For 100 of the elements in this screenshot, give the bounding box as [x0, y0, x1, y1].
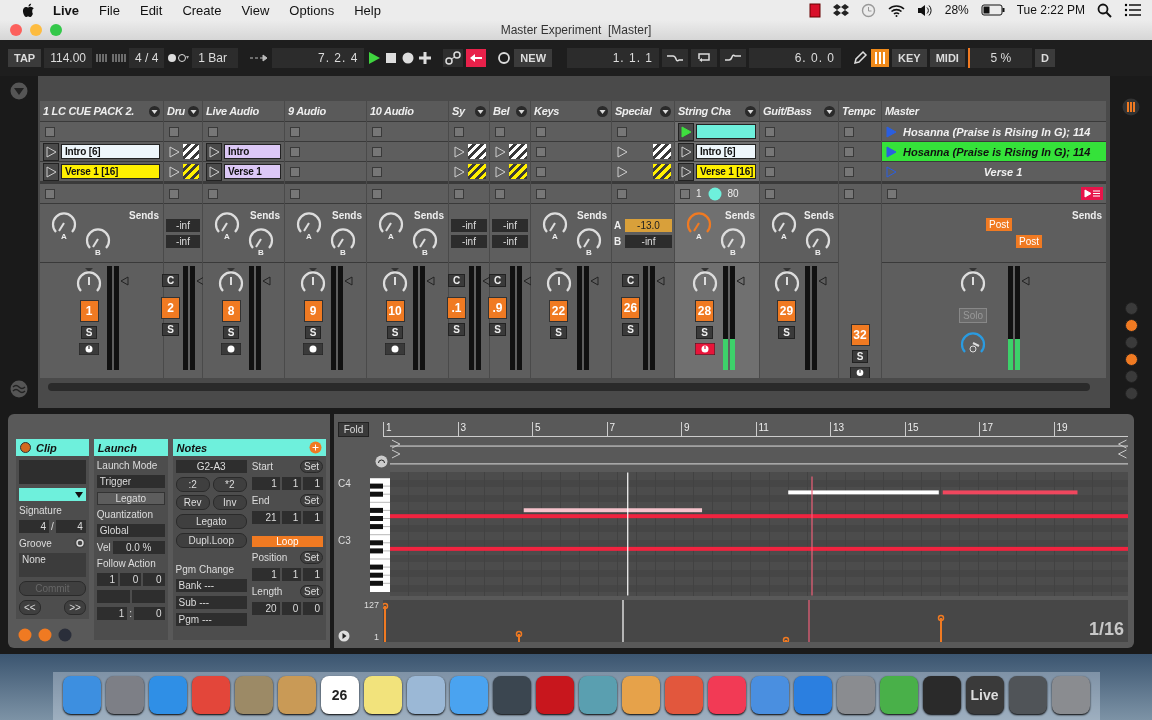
solo-button[interactable]: S — [162, 323, 179, 336]
menu-item[interactable]: View — [241, 2, 270, 18]
loop-start-field[interactable]: 1. 1. 1 — [567, 48, 660, 68]
clip-activator-icon[interactable] — [20, 442, 31, 453]
dropdown-icon[interactable] — [745, 105, 756, 117]
dropdown-icon[interactable] — [475, 105, 486, 117]
arm-icon[interactable] — [303, 343, 323, 355]
send-field[interactable]: -inf — [451, 234, 487, 248]
volume-arrow-icon[interactable] — [735, 276, 745, 286]
tap-button[interactable]: TAP — [8, 49, 42, 67]
send-field[interactable]: -inf — [492, 234, 528, 248]
clip[interactable]: Intro [6] — [696, 144, 756, 159]
track-header[interactable]: 1 LC CUE PACK 2. — [40, 101, 163, 121]
midi-map-button[interactable]: MIDI — [929, 49, 965, 67]
dock-app-icon[interactable] — [277, 676, 316, 714]
clip-color-dropdown[interactable] — [19, 488, 86, 501]
stop-icon[interactable] — [384, 51, 399, 65]
position-field[interactable]: 1 — [303, 568, 324, 581]
play-icon[interactable] — [678, 162, 694, 181]
group-clip[interactable] — [183, 144, 199, 159]
position-field[interactable]: 21 — [251, 511, 280, 524]
tempo-field[interactable]: 114.00 — [44, 48, 92, 68]
program-change-field[interactable]: Sub --- — [175, 596, 247, 609]
send-field[interactable]: -inf — [625, 234, 672, 248]
track-stop-button[interactable] — [765, 188, 775, 199]
play-icon[interactable] — [43, 142, 59, 161]
clip[interactable]: Verse 1 [16] — [61, 164, 160, 179]
track-header[interactable]: Sy — [449, 101, 489, 121]
send-knob[interactable]: B — [411, 226, 439, 256]
track-header[interactable]: Bel — [490, 101, 530, 121]
solo-button[interactable]: S — [489, 323, 506, 336]
track-stop-button[interactable] — [372, 188, 382, 199]
menu-item[interactable]: Create — [182, 2, 222, 18]
send-knob[interactable]: B — [804, 226, 832, 256]
key-map-button[interactable]: KEY — [892, 49, 927, 67]
group-clip[interactable] — [653, 164, 671, 179]
set-button[interactable]: Set — [300, 494, 323, 507]
song-position-field[interactable]: 7. 2. 4 — [272, 48, 365, 68]
velocity-lane[interactable] — [383, 600, 1128, 642]
quantization-dropdown[interactable]: Global — [96, 524, 165, 537]
track-stop-button[interactable] — [45, 188, 55, 199]
scene[interactable]: Hosanna (Praise is Rising In G); 114 — [882, 122, 1106, 141]
volume-arrow-icon[interactable] — [426, 276, 435, 286]
launch-mode-dropdown[interactable]: Trigger — [96, 475, 165, 488]
nudge-up-icon[interactable] — [112, 53, 126, 63]
volume-arrow-icon[interactable] — [656, 276, 665, 286]
clip-stop-button[interactable] — [495, 126, 505, 137]
add-icon[interactable] — [418, 51, 433, 65]
clip-stop-button[interactable] — [765, 166, 775, 177]
clip-stop-button[interactable] — [169, 126, 179, 137]
section-toggle-icon[interactable] — [1124, 302, 1138, 315]
expand-icon[interactable] — [309, 441, 322, 454]
note-edit-button[interactable]: Inv — [212, 495, 247, 510]
close-button[interactable] — [10, 24, 22, 36]
send-knob[interactable]: A — [685, 210, 713, 240]
loop-icon[interactable] — [691, 49, 718, 67]
send-knob[interactable]: A — [213, 210, 241, 240]
send-field[interactable]: -inf — [451, 218, 487, 232]
position-field[interactable]: 1 — [303, 477, 324, 490]
menu-clock[interactable]: Tue 2:22 PM — [1016, 3, 1085, 17]
group-clip[interactable] — [509, 164, 527, 179]
follow-action-field[interactable]: 1 — [96, 573, 119, 586]
clip-stop-button[interactable] — [208, 126, 218, 137]
menu-icon[interactable] — [1124, 3, 1142, 17]
mixer-toggle-icon[interactable] — [1122, 98, 1140, 116]
menu-item[interactable]: File — [99, 2, 120, 18]
dropdown-icon[interactable] — [660, 105, 671, 117]
set-button[interactable]: Set — [300, 551, 323, 564]
volume-arrow-icon[interactable] — [344, 276, 353, 286]
solo-button[interactable]: S — [80, 326, 98, 339]
send-knob[interactable]: A — [541, 210, 569, 240]
back-to-arrangement-icon[interactable] — [466, 49, 487, 67]
send-knob[interactable]: A — [377, 210, 405, 240]
section-toggle-icon[interactable] — [1124, 319, 1138, 332]
scene[interactable]: Hosanna (Praise is Rising In G); 114 — [882, 142, 1106, 161]
send-knob[interactable]: B — [575, 226, 603, 256]
track-stop-button[interactable] — [617, 188, 627, 199]
dropbox-icon[interactable] — [832, 3, 849, 17]
set-button[interactable]: Set — [300, 460, 323, 473]
dock-app-icon[interactable] — [922, 676, 961, 714]
midi-note[interactable] — [523, 508, 703, 513]
clip-stop-button[interactable] — [765, 146, 775, 157]
dock-app-icon[interactable]: 26 — [320, 676, 359, 714]
note-range-field[interactable]: G2-A3 — [175, 460, 247, 473]
clip-stop-button[interactable] — [454, 126, 464, 137]
clip-stop-button[interactable] — [372, 166, 382, 177]
section-toggle-icon[interactable] — [1124, 353, 1138, 366]
dropdown-icon[interactable] — [516, 105, 527, 117]
track-header[interactable]: String Cha — [675, 101, 759, 121]
crossfade-button[interactable]: C — [621, 274, 640, 287]
track-header[interactable]: Special — [612, 101, 674, 121]
send-knob[interactable]: A — [770, 210, 798, 240]
dock-app-icon[interactable] — [1008, 676, 1047, 714]
menu-app-name[interactable]: Live — [53, 2, 79, 18]
track-header[interactable]: 9 Audio — [285, 101, 366, 121]
send-knob[interactable]: B — [84, 226, 112, 256]
send-field[interactable]: -inf — [492, 218, 528, 232]
play-icon[interactable] — [338, 630, 350, 642]
wifi-icon[interactable] — [887, 3, 905, 17]
track-stop-button[interactable] — [169, 188, 179, 199]
